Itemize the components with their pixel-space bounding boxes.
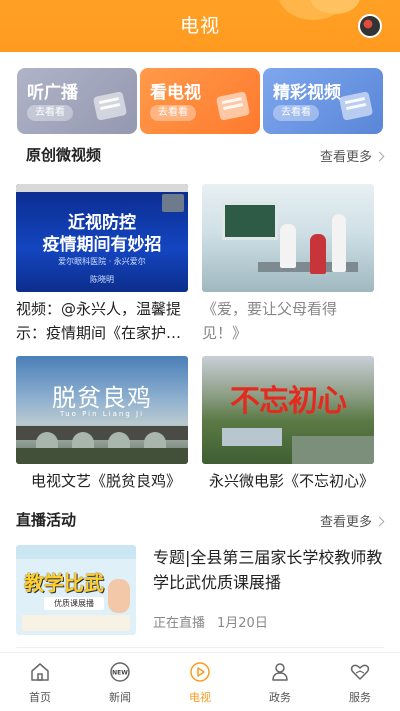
- thumbnail-scene: [36, 432, 58, 448]
- video-thumbnail[interactable]: 脱贫良鸡 Tuo Pin Liang Ji: [16, 356, 188, 464]
- see-more-label: 查看更多: [320, 515, 373, 530]
- bottom-nav: 首页 NEW 新闻 电视 政务 服务: [0, 652, 400, 711]
- person-icon: [269, 661, 291, 683]
- category-card-action[interactable]: 去看看: [150, 105, 196, 121]
- category-card-label: 看电视: [150, 83, 201, 103]
- home-icon: [29, 661, 51, 683]
- thumbnail-scene: [222, 202, 278, 240]
- nav-label: 政务: [269, 691, 291, 704]
- category-card-videos[interactable]: 精彩视频 去看看: [263, 68, 383, 134]
- category-cards: 听广播 去看看 看电视 去看看 精彩视频 去看看: [17, 68, 383, 134]
- nav-item-service[interactable]: 服务: [320, 653, 400, 711]
- nav-label: 服务: [349, 691, 371, 704]
- thumbnail-scene: [332, 214, 346, 272]
- thumbnail-text: 脱贫良鸡: [52, 384, 152, 412]
- nav-label: 首页: [29, 691, 51, 704]
- video-thumbnail[interactable]: [202, 184, 374, 292]
- section-title-live: 直播活动: [16, 511, 77, 529]
- thumbnail-scene: [16, 545, 136, 559]
- nav-label: 新闻: [109, 691, 131, 704]
- app-header: 电视: [0, 0, 400, 52]
- category-card-action[interactable]: 去看看: [273, 105, 319, 121]
- category-card-tv[interactable]: 看电视 去看看: [140, 68, 260, 134]
- thumbnail-scene: [16, 448, 188, 464]
- chevron-right-icon: [374, 516, 385, 527]
- live-title[interactable]: 专题|全县第三届家长学校教师教学比武优质课展播: [153, 545, 383, 595]
- video-caption[interactable]: 《爱，要让父母看得见！》: [202, 297, 374, 345]
- thumbnail-text: 不忘初心: [230, 384, 347, 419]
- see-more-link[interactable]: 查看更多: [320, 511, 385, 530]
- page-title: 电视: [179, 15, 220, 37]
- thumbnail-text: 陈晓明: [90, 275, 114, 284]
- thumbnail-toolbar: [16, 184, 188, 192]
- tv-play-icon: [189, 661, 211, 683]
- radio-icon: [92, 91, 128, 121]
- thumbnail-text: 优质课展播: [44, 597, 104, 610]
- category-card-label: 精彩视频: [273, 83, 341, 103]
- thumbnail-scene: [292, 436, 374, 464]
- thumbnail-scene: [22, 615, 130, 631]
- thumbnail-text: Tuo Pin Liang Ji: [59, 410, 145, 418]
- section-title-original-video: 原创微视频: [26, 146, 102, 164]
- avatar[interactable]: [358, 14, 382, 38]
- nav-label: 电视: [189, 691, 211, 704]
- thumbnail-scene: [108, 579, 130, 613]
- see-more-link[interactable]: 查看更多: [320, 146, 385, 165]
- category-card-radio[interactable]: 听广播 去看看: [17, 68, 137, 134]
- thumbnail-scene: [144, 432, 166, 448]
- video-icon: [338, 91, 374, 121]
- thumbnail-scene: [222, 428, 282, 446]
- nav-item-gov[interactable]: 政务: [240, 653, 320, 711]
- category-card-label: 听广播: [27, 83, 78, 103]
- tv-icon: [215, 91, 251, 121]
- thumbnail-scene: [310, 234, 326, 274]
- chevron-right-icon: [374, 151, 385, 162]
- video-caption[interactable]: 永兴微电影《不忘初心》: [209, 469, 381, 493]
- thumbnail-scene: [108, 432, 130, 448]
- thumbnail-text: 疫情期间有妙招: [42, 235, 162, 255]
- thumbnail-scene: [72, 432, 94, 448]
- live-date: 1月20日: [217, 616, 268, 631]
- category-card-action[interactable]: 去看看: [27, 105, 73, 121]
- news-icon: NEW: [109, 661, 131, 683]
- live-meta: 正在直播 1月20日: [153, 612, 268, 631]
- new-badge: NEW: [112, 670, 128, 677]
- nav-item-home[interactable]: 首页: [0, 653, 80, 711]
- video-caption[interactable]: 视频：@永兴人，温馨提示：疫情期间《在家护…: [16, 297, 188, 345]
- thumbnail-text: 教学比武: [24, 571, 104, 595]
- heart-hand-icon: [349, 661, 371, 683]
- video-thumbnail[interactable]: 不忘初心: [202, 356, 374, 464]
- live-status: 正在直播: [153, 616, 206, 631]
- thumbnail-text: 爱尔眼科医院 · 永兴爱尔: [58, 257, 146, 266]
- divider: [16, 647, 384, 648]
- video-caption[interactable]: 电视文艺《脱贫良鸡》: [31, 469, 203, 493]
- nav-item-tv[interactable]: 电视: [160, 653, 240, 711]
- nav-item-news[interactable]: NEW 新闻: [80, 653, 160, 711]
- see-more-label: 查看更多: [320, 150, 373, 165]
- live-thumbnail[interactable]: 教学比武 优质课展播: [16, 545, 136, 635]
- video-thumbnail[interactable]: 近视防控 疫情期间有妙招 爱尔眼科医院 · 永兴爱尔 陈晓明: [16, 184, 188, 292]
- thumbnail-scene: [280, 224, 296, 268]
